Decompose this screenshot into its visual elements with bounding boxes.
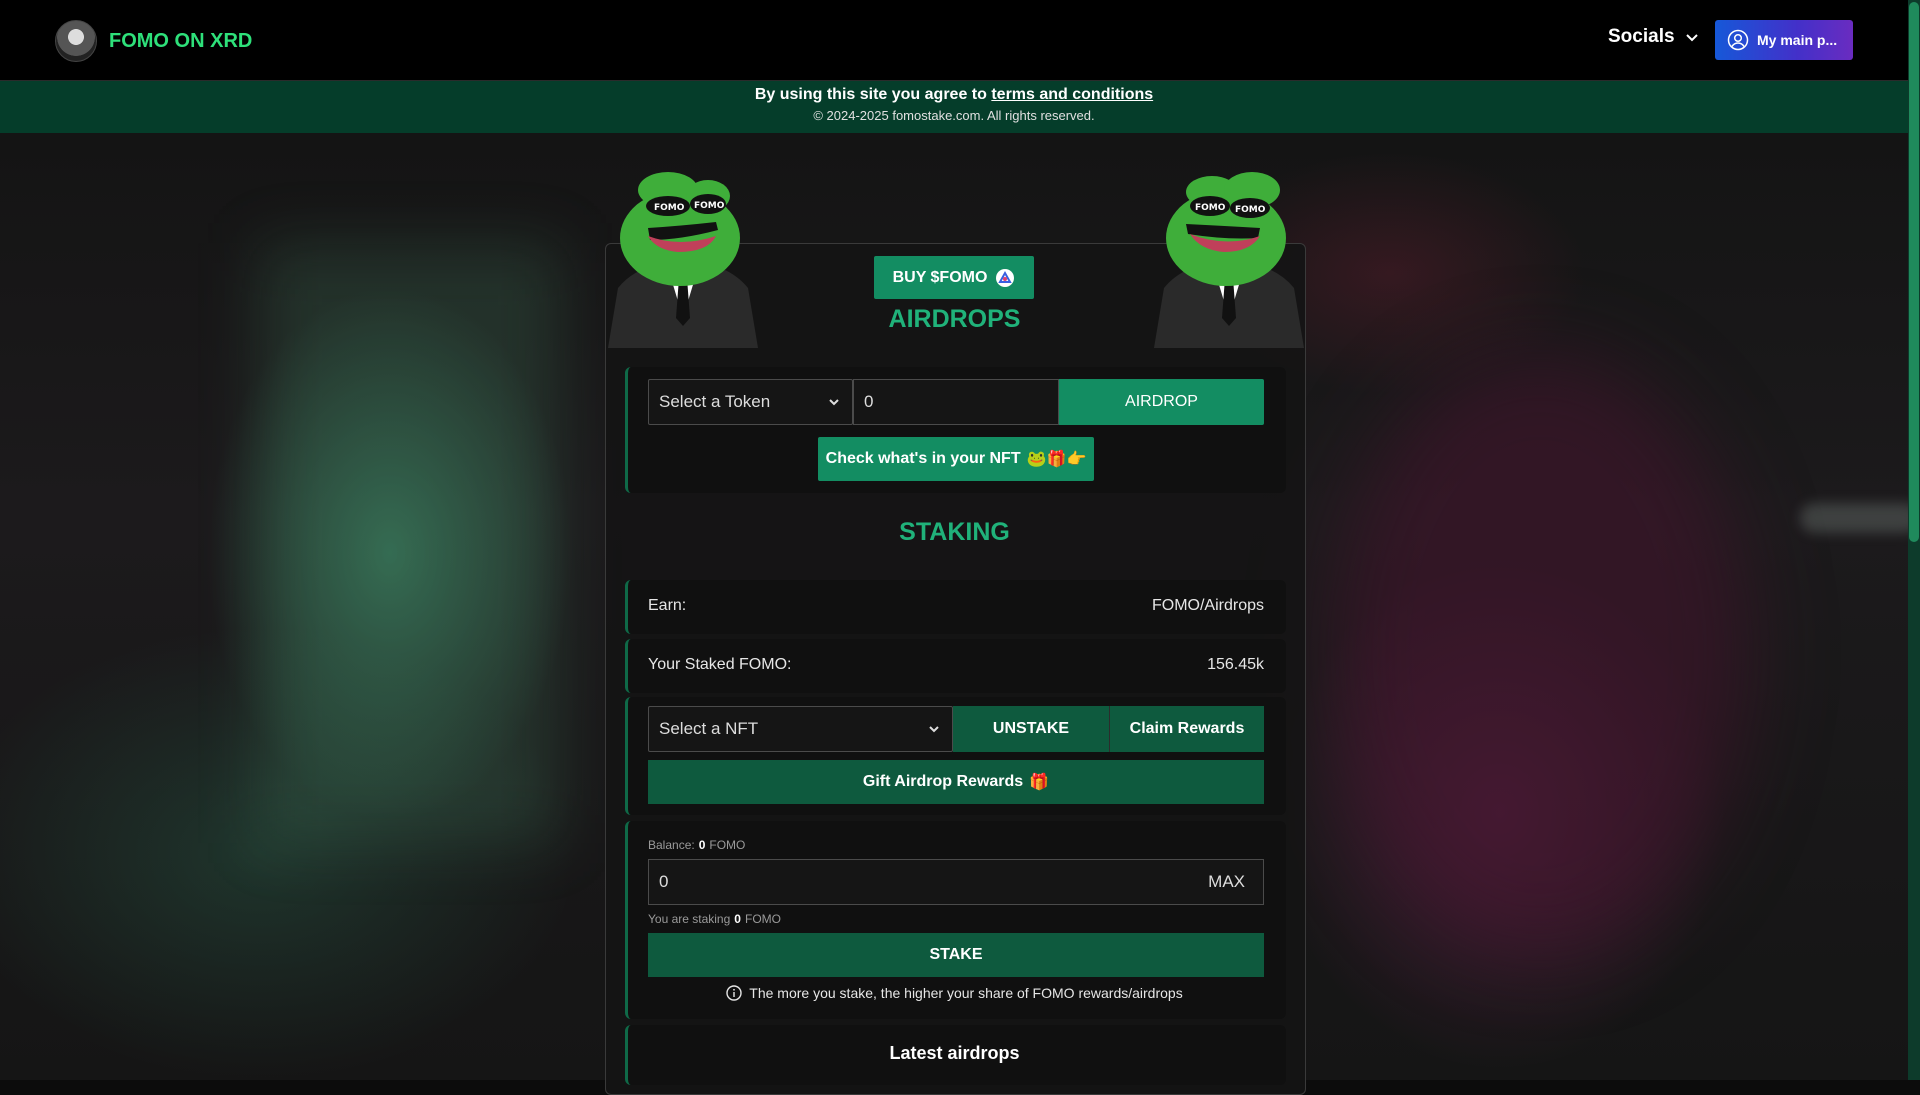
unstake-label: UNSTAKE [992, 720, 1070, 737]
staked-label: Your Staked FOMO: [648, 656, 792, 673]
balance-value: 0 [698, 838, 706, 852]
airdrop-button[interactable]: AIRDROP [1059, 379, 1264, 425]
stake-info: The more you stake, the higher your shar… [605, 985, 1304, 1001]
staked-value: 156.45k [1207, 656, 1264, 673]
info-icon [726, 985, 742, 1001]
chevron-down-icon [929, 726, 939, 733]
buy-fomo-button[interactable]: BUY $FOMO [874, 256, 1034, 299]
svg-text:FOMO: FOMO [654, 203, 685, 213]
nft-select-label: Select a NFT [659, 719, 759, 738]
max-button[interactable]: MAX [1208, 872, 1245, 892]
brand-avatar [55, 20, 97, 62]
gift-icon: 🎁 [1029, 774, 1050, 791]
stake-amount-value: 0 [659, 872, 669, 891]
check-nft-label: Check what's in your NFT [825, 450, 1021, 467]
staking-label: You are staking [648, 912, 731, 926]
airdrops-heading: AIRDROPS [888, 305, 1021, 333]
user-circle-icon [1727, 29, 1749, 51]
latest-airdrops-heading: Latest airdrops [889, 1043, 1020, 1063]
page-scrollbar[interactable] [1908, 0, 1920, 1080]
chevron-down-icon [1685, 34, 1698, 42]
terms-link[interactable]: terms and conditions [991, 86, 1153, 103]
balance-line: Balance: 0 FOMO [648, 838, 745, 852]
brand-name: FOMO ON XRD [109, 29, 253, 52]
top-navbar: FOMO ON XRD Socials My main p... [0, 0, 1908, 81]
airdrop-amount-input[interactable]: 0 [853, 379, 1059, 425]
socials-dropdown[interactable]: Socials [1608, 26, 1699, 48]
wallet-account-button[interactable]: My main p... [1715, 20, 1853, 60]
earn-value: FOMO/Airdrops [1151, 597, 1264, 614]
scrollbar-thumb[interactable] [1909, 2, 1919, 542]
unstake-button[interactable]: UNSTAKE [953, 706, 1109, 752]
stake-button[interactable]: STAKE [648, 933, 1264, 977]
stake-label: STAKE [929, 946, 983, 963]
staking-heading: STAKING [899, 518, 1010, 546]
staking-value: 0 [734, 912, 741, 926]
check-nft-button[interactable]: Check what's in your NFT 🐸🎁👉 [818, 437, 1094, 481]
svg-text:FOMO: FOMO [1195, 203, 1226, 213]
token-select-label: Select a Token [659, 392, 771, 411]
earn-label: Earn: [648, 597, 687, 614]
gift-airdrop-label: Gift Airdrop Rewards [862, 773, 1024, 790]
svg-text:FOMO: FOMO [694, 201, 725, 211]
radix-logo-icon [996, 268, 1015, 287]
staking-amount-line: You are staking 0 FOMO [648, 912, 781, 926]
token-select[interactable]: Select a Token [648, 379, 853, 425]
terms-prefix: By using this site you agree to [754, 86, 992, 103]
staking-unit: FOMO [744, 912, 781, 926]
gift-airdrop-rewards-button[interactable]: Gift Airdrop Rewards 🎁 [648, 760, 1264, 804]
airdrop-button-label: AIRDROP [1125, 393, 1198, 410]
claim-rewards-button[interactable]: Claim Rewards [1109, 706, 1264, 752]
airdrop-amount-value: 0 [864, 392, 874, 411]
stake-amount-input[interactable]: 0 MAX [648, 859, 1264, 905]
balance-label: Balance: [648, 838, 695, 852]
copyright-text: © 2024-2025 fomostake.com. All rights re… [813, 108, 1095, 123]
balance-unit: FOMO [709, 838, 746, 852]
nft-select[interactable]: Select a NFT [648, 706, 953, 752]
claim-rewards-label: Claim Rewards [1129, 720, 1245, 737]
chevron-down-icon [829, 399, 839, 406]
buy-fomo-label: BUY $FOMO [892, 268, 988, 286]
brand-logo-link[interactable]: FOMO ON XRD [55, 20, 252, 62]
stake-info-text: The more you stake, the higher your shar… [749, 985, 1183, 1001]
wallet-account-label: My main p... [1757, 32, 1838, 48]
terms-notice-bar: By using this site you agree to terms an… [0, 81, 1908, 133]
socials-label: Socials [1608, 26, 1675, 47]
svg-text:FOMO: FOMO [1235, 205, 1266, 215]
check-nft-emojis: 🐸🎁👉 [1026, 451, 1087, 468]
